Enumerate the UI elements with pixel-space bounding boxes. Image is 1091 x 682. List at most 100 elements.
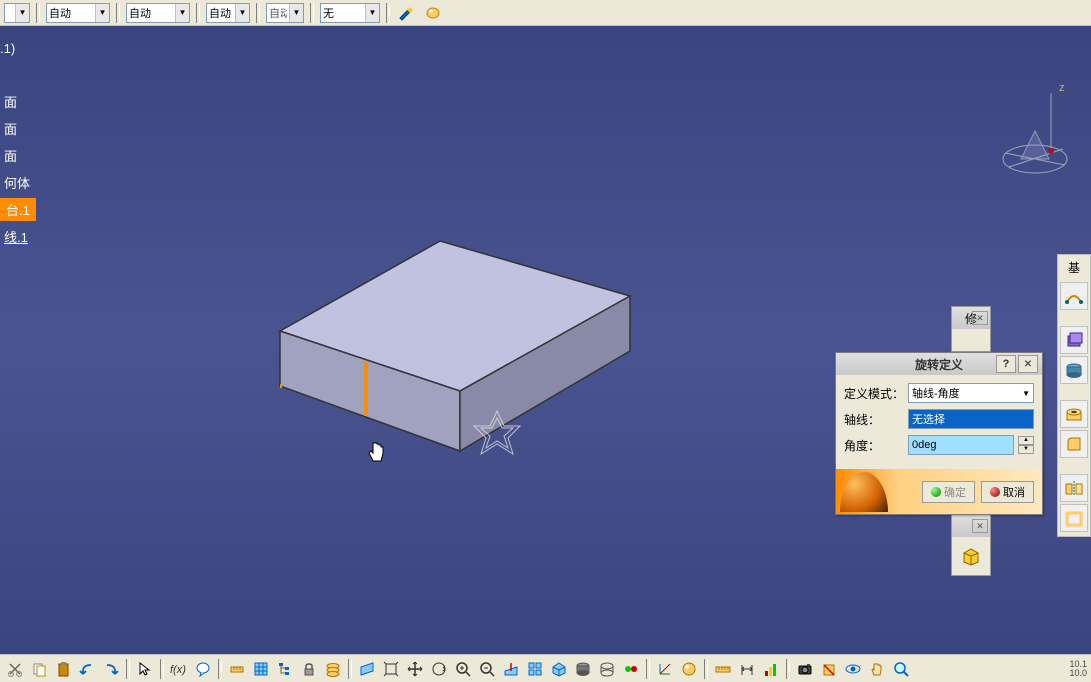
- close-icon[interactable]: ✕: [972, 311, 988, 325]
- camera-icon[interactable]: [794, 658, 816, 680]
- copy-icon[interactable]: [28, 658, 50, 680]
- angle-spinner[interactable]: ▲▼: [1018, 436, 1034, 454]
- redo-icon[interactable]: [100, 658, 122, 680]
- solid-body[interactable]: [240, 226, 660, 489]
- right-toolbar: 基: [1057, 254, 1091, 537]
- dialog-titlebar[interactable]: 旋转定义 ? ✕: [836, 353, 1042, 375]
- viewport[interactable]: .1) 面 面 面 何体 台.1 线.1: [0, 26, 1091, 654]
- angle-field[interactable]: 0deg: [908, 435, 1014, 455]
- toolbar-separator: [218, 659, 222, 679]
- toolbar-separator: [348, 659, 352, 679]
- multi-view-icon[interactable]: [524, 658, 546, 680]
- tree-item-selected[interactable]: 台.1: [0, 198, 36, 221]
- pan-icon[interactable]: [404, 658, 426, 680]
- normal-view-icon[interactable]: [500, 658, 522, 680]
- top-toolbar: ▼ ▼ ▼ ▼ ▼ ▼: [0, 0, 1091, 26]
- tree-root-label: .1): [0, 41, 15, 56]
- spin-up-icon: ▲: [1018, 436, 1034, 445]
- hand-icon[interactable]: [866, 658, 888, 680]
- dialog-footer: 确定 取消: [836, 469, 1042, 514]
- lock-icon[interactable]: [298, 658, 320, 680]
- shading-icon[interactable]: [572, 658, 594, 680]
- analysis-icon[interactable]: [760, 658, 782, 680]
- combo-1[interactable]: ▼: [4, 3, 30, 23]
- zoom-in-icon[interactable]: [452, 658, 474, 680]
- tree-item[interactable]: 面: [0, 117, 36, 140]
- tree-item[interactable]: 线.1: [0, 225, 36, 248]
- paste-icon[interactable]: [52, 658, 74, 680]
- view-mode-icon[interactable]: [842, 658, 864, 680]
- close-icon[interactable]: ✕: [1018, 355, 1038, 373]
- pointer-icon[interactable]: [134, 658, 156, 680]
- cancel-button[interactable]: 取消: [981, 481, 1034, 503]
- help-button[interactable]: ?: [996, 355, 1016, 373]
- chevron-down-icon[interactable]: ▼: [235, 4, 249, 22]
- combo-5[interactable]: ▼: [266, 3, 304, 23]
- hole-icon[interactable]: [1060, 400, 1088, 428]
- magnify-icon[interactable]: [890, 658, 912, 680]
- rotation-definition-dialog: 旋转定义 ? ✕ 定义模式： 轴线-角度▼ 轴线： 无选择 角度： 0deg ▲…: [835, 352, 1043, 515]
- chevron-down-icon: ▼: [1022, 389, 1030, 398]
- axis-field[interactable]: 无选择: [908, 409, 1034, 429]
- pad-icon[interactable]: [1060, 326, 1088, 354]
- combo-6[interactable]: ▼: [320, 3, 380, 23]
- angle-label: 角度：: [844, 437, 904, 454]
- undo-icon[interactable]: [76, 658, 98, 680]
- toolbar-separator: [704, 659, 708, 679]
- dimension-icon[interactable]: [736, 658, 758, 680]
- status-numbers: 10.110.0: [1069, 660, 1087, 678]
- modify-panel: 修✕: [951, 306, 991, 352]
- dialog-title-text: 旋转定义: [915, 356, 963, 373]
- toolbar-separator: [36, 3, 40, 23]
- compass-icon[interactable]: z: [991, 81, 1071, 161]
- zoom-out-icon[interactable]: [476, 658, 498, 680]
- chevron-down-icon[interactable]: ▼: [175, 4, 189, 22]
- chevron-down-icon[interactable]: ▼: [95, 4, 109, 22]
- ok-button[interactable]: 确定: [922, 481, 975, 503]
- pocket-icon[interactable]: [1060, 356, 1088, 384]
- toolbar-separator: [786, 659, 790, 679]
- brush-icon[interactable]: [396, 2, 418, 24]
- combo-4[interactable]: ▼: [206, 3, 250, 23]
- toolbar-title: 基: [1060, 257, 1088, 278]
- ruler-icon[interactable]: [712, 658, 734, 680]
- wireframe-icon[interactable]: [596, 658, 618, 680]
- material-icon[interactable]: [678, 658, 700, 680]
- chevron-down-icon[interactable]: ▼: [365, 4, 379, 22]
- shell-icon[interactable]: [1060, 504, 1088, 532]
- tree-item[interactable]: 何体: [0, 171, 36, 194]
- panel-title: ✕: [952, 515, 990, 537]
- fillet-icon[interactable]: [1060, 430, 1088, 458]
- ok-dot-icon: [931, 487, 941, 497]
- cube-icon[interactable]: [960, 545, 982, 567]
- chevron-down-icon[interactable]: ▼: [289, 4, 303, 22]
- toolbar-separator: [196, 3, 200, 23]
- hide-show-icon[interactable]: [620, 658, 642, 680]
- formula-icon[interactable]: f(x): [168, 658, 190, 680]
- section-icon[interactable]: [818, 658, 840, 680]
- cancel-dot-icon: [990, 487, 1000, 497]
- mode-label: 定义模式：: [844, 385, 904, 402]
- eraser-icon[interactable]: [422, 2, 444, 24]
- tree-item[interactable]: 面: [0, 144, 36, 167]
- tree-item[interactable]: 面: [0, 90, 36, 113]
- cut-icon[interactable]: [4, 658, 26, 680]
- fit-icon[interactable]: [380, 658, 402, 680]
- mode-dropdown[interactable]: 轴线-角度▼: [908, 383, 1034, 403]
- combo-3[interactable]: ▼: [126, 3, 190, 23]
- grid-icon[interactable]: [250, 658, 272, 680]
- hand-cursor-icon: [365, 441, 389, 470]
- close-icon[interactable]: ✕: [972, 519, 988, 533]
- layers-icon[interactable]: [322, 658, 344, 680]
- mirror-icon[interactable]: [1060, 474, 1088, 502]
- axis-icon[interactable]: [654, 658, 676, 680]
- sketch-icon[interactable]: [1060, 282, 1088, 310]
- chevron-down-icon[interactable]: ▼: [15, 4, 29, 22]
- combo-2[interactable]: ▼: [46, 3, 110, 23]
- tree-icon[interactable]: [274, 658, 296, 680]
- iso-view-icon[interactable]: [548, 658, 570, 680]
- measure-icon[interactable]: [226, 658, 248, 680]
- balloon-icon[interactable]: [192, 658, 214, 680]
- rotate-view-icon[interactable]: [428, 658, 450, 680]
- plane-icon[interactable]: [356, 658, 378, 680]
